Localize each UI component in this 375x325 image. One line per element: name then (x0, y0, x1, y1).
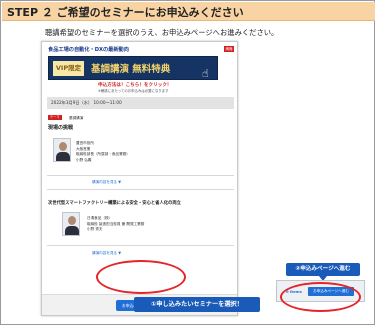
apply-subnote: ※聴講にあたってのお申込みは必要になります (98, 89, 169, 93)
instruction-text: 聴講希望のセミナーを選択のうえ、お申込みページへお進みください。 (45, 28, 279, 37)
speaker-photo (53, 138, 71, 162)
date-bar: 2022年3月9日（水） 10:00～11:00 (47, 97, 234, 109)
more-link[interactable]: 講演内容を見る ▼ (92, 251, 121, 256)
pointer-cursor-icon: ☝ (202, 67, 209, 80)
divider (47, 175, 234, 176)
callout-select-seminar: ①申し込みたいセミナーを選択！ (134, 297, 260, 312)
divider (47, 189, 234, 190)
divider (47, 245, 234, 246)
theme-chip: テーマ (48, 115, 62, 120)
vip-banner[interactable]: VIP限定 基調講演 無料特典 ☝ (48, 56, 218, 80)
talk-title: 現場の挑戦 (48, 125, 74, 131)
highlight-oval-proceed (280, 282, 361, 312)
page-frame: STEP ２ ご希望のセミナーにお申込みください 聴講希望のセミナーを選択のうえ… (0, 0, 375, 325)
vip-label: VIP限定 (53, 61, 84, 76)
talk-title: 次世代型スマートファクトリー構築による安全・安心と省人化の両立 (48, 201, 181, 206)
more-link[interactable]: 講演内容を見る ▼ (92, 180, 121, 185)
speaker-photo (62, 212, 80, 236)
highlight-oval-apply (96, 260, 186, 294)
speaker-info: 日清食品（株） 取締役 製造担当役員 兼 開発工業務 小野 秀夫 (87, 216, 144, 233)
seminar-title: 食品工場の自動化・DXの最新動向 (48, 47, 129, 53)
step-title: STEP ２ ご希望のセミナーにお申込みください (7, 6, 244, 19)
step-header: STEP ２ ご希望のセミナーにお申込みください (2, 2, 375, 21)
speaker-name: 小野 弘義 (76, 157, 92, 162)
banner-text: 基調講演 無料特典 (91, 64, 171, 75)
speaker-role: 取締役部長（所属部・食品業務） (76, 152, 130, 156)
speaker-info: 豊田市役所 大阪営業 取締役部長（所属部・食品業務） 小野 弘義 (76, 141, 130, 163)
date-text: 2022年3月9日（水） 10:00～11:00 (51, 100, 122, 105)
status-badge: 満席 (224, 46, 234, 52)
callout-go-apply: ②申込みページへ進む (286, 263, 360, 276)
speaker-name: 小野 秀夫 (87, 227, 103, 231)
talk-kind: 基調講演 (69, 115, 84, 120)
